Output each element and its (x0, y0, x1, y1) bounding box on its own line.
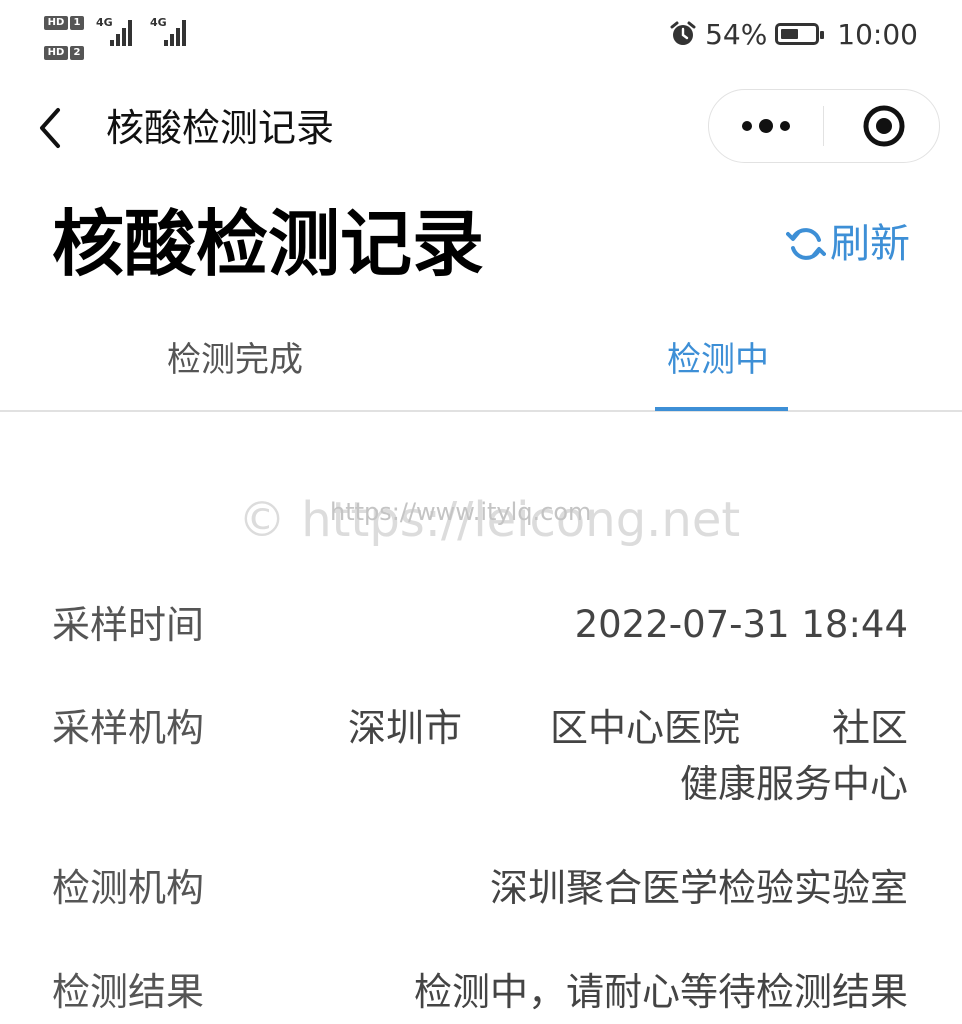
sim1-hd-badge: HD (44, 16, 68, 30)
status-right-group: 54% 10:00 (669, 14, 918, 54)
battery-percent: 54% (705, 17, 768, 51)
nav-title: 核酸检测记录 (106, 106, 335, 150)
sim2-hd-badge: HD (44, 46, 68, 60)
signal-icon: 4G (150, 16, 198, 46)
sim2-number: 2 (70, 46, 84, 60)
tab-bar: 检测完成 检测中 (0, 318, 962, 412)
sampling-org-label: 采样机构 (52, 706, 205, 750)
more-button[interactable] (709, 90, 823, 162)
sim1-number: 1 (70, 16, 84, 30)
sampling-org-part1: 深圳市 (348, 706, 463, 750)
testing-org-value: 深圳聚合医学检验实验室 (489, 866, 908, 910)
sim1-indicator: HD 1 (44, 10, 84, 30)
tab-in-progress[interactable]: 检测中 (667, 336, 769, 384)
clock-time: 10:00 (837, 17, 918, 51)
active-tab-indicator (655, 407, 788, 411)
more-dots-icon (742, 119, 790, 133)
watermark-small: https://www.itylq.com (330, 498, 592, 526)
battery-icon (775, 23, 825, 45)
chevron-left-icon (40, 108, 60, 148)
signal-icon: 4G (96, 16, 144, 46)
testing-org-label: 检测机构 (52, 866, 205, 910)
sampling-org-line2: 健康服务中心 (679, 762, 908, 806)
app-screen: HD 1 HD 2 4G 4G 54% 10:00 核酸检测记录 核酸检测记录 … (0, 0, 962, 1024)
refresh-button[interactable]: 刷新 (786, 218, 910, 270)
refresh-label: 刷新 (830, 221, 910, 267)
sampling-org-part2: 区中心医院 (550, 706, 741, 750)
mini-program-capsule (708, 89, 940, 163)
close-mini-program-button[interactable] (824, 90, 939, 162)
result-value: 检测中，请耐心等待检测结果 (413, 970, 908, 1014)
sampling-time-value: 2022-07-31 18:44 (574, 603, 908, 646)
back-button[interactable] (34, 104, 74, 152)
result-label: 检测结果 (52, 970, 205, 1014)
page-title: 核酸检测记录 (52, 202, 485, 286)
status-bar: HD 1 HD 2 4G 4G 54% 10:00 (0, 0, 962, 70)
sampling-org-part3: 社区 (831, 706, 908, 750)
sampling-time-label: 采样时间 (52, 603, 205, 647)
refresh-icon (786, 228, 826, 260)
tab-completed[interactable]: 检测完成 (167, 336, 303, 384)
sim2-indicator: HD 2 (44, 40, 84, 60)
target-close-icon (863, 105, 905, 147)
alarm-icon (670, 21, 696, 45)
